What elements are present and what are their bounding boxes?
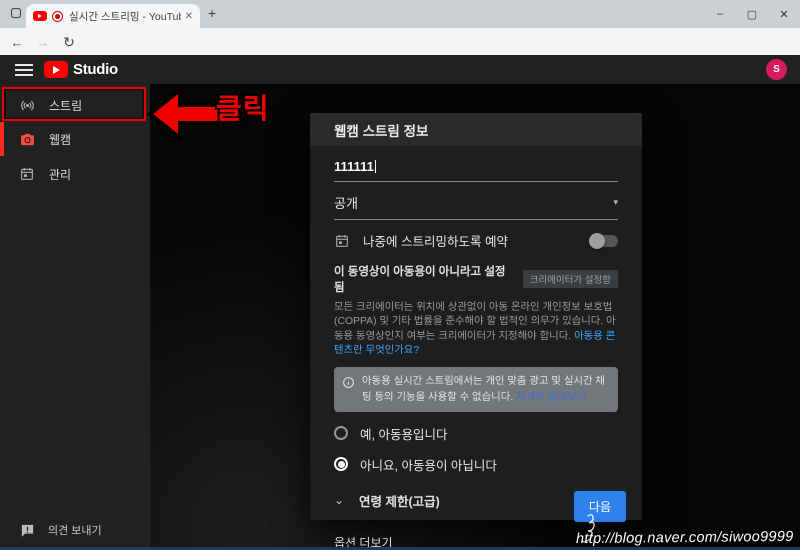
browser-toolbar: ← → ↻ https://studio.youtube.com/channel… bbox=[0, 28, 800, 80]
kids-setting-row: 이 동영상이 아동용이 아니라고 설정됨 크리에이터가 설정함 bbox=[334, 263, 618, 295]
radio-unchecked-icon bbox=[334, 426, 348, 441]
window-maximize-button[interactable]: ▢ bbox=[736, 0, 768, 28]
calendar-icon bbox=[18, 166, 36, 182]
learn-more-link[interactable]: 자세히 알아보기 bbox=[516, 392, 586, 403]
youtube-favicon-icon bbox=[33, 11, 47, 21]
sidebar-item-label: 관리 bbox=[49, 167, 72, 182]
send-feedback-button[interactable]: 의견 보내기 bbox=[0, 516, 150, 544]
account-avatar[interactable]: S bbox=[766, 59, 787, 80]
radio-option-not-kids[interactable]: 아니요, 아동용이 아닙니다 bbox=[334, 455, 618, 474]
browser-titlebar: 실시간 스트리밍 - YouTube ✕ + – ▢ ✕ bbox=[0, 0, 800, 28]
schedule-toggle[interactable] bbox=[589, 232, 618, 249]
radio-no-label: 아니요, 아동용이 아닙니다 bbox=[360, 458, 497, 473]
chevron-down-icon: ⌄ bbox=[334, 493, 345, 508]
dialog-body: 111111 공개 ▾ 나중에 스트리밍하도록 예약 이 동영상이 아동용이 아… bbox=[310, 159, 642, 550]
sidebar-item-label: 웹캠 bbox=[49, 132, 72, 147]
studio-sidebar: 스트림 웹캠 관리 의견 보내기 bbox=[0, 84, 150, 550]
info-icon bbox=[342, 376, 355, 404]
feedback-label: 의견 보내기 bbox=[48, 525, 102, 537]
window-controls: – ▢ ✕ bbox=[704, 0, 800, 28]
studio-header: Studio S bbox=[0, 55, 800, 84]
window-close-button[interactable]: ✕ bbox=[768, 0, 800, 28]
main-content: 웹캠 스트림 정보 111111 공개 ▾ 나중에 스트리밍하도록 예약 이 동… bbox=[150, 84, 800, 550]
age-restriction-label: 연령 제한(고급) bbox=[359, 494, 440, 509]
watermark-url: http://blog.naver.com/siwoo9999 bbox=[576, 528, 795, 548]
toggle-knob bbox=[589, 232, 605, 249]
radio-checked-icon bbox=[334, 457, 348, 472]
radio-option-yes-kids[interactable]: 예, 아동용입니다 bbox=[334, 424, 618, 443]
schedule-label: 나중에 스트리밍하도록 예약 bbox=[363, 235, 508, 249]
tab-close-icon[interactable]: ✕ bbox=[185, 11, 193, 22]
kids-info-box: 아동용 실시간 스트림에서는 개인 맞춤 광고 및 실시간 채팅 등의 기능을 … bbox=[334, 367, 618, 412]
dialog-title: 웹캠 스트림 정보 bbox=[310, 113, 642, 146]
stream-title-input[interactable]: 111111 bbox=[334, 159, 618, 182]
youtube-play-icon bbox=[44, 61, 68, 78]
radio-yes-label: 예, 아동용입니다 bbox=[360, 427, 448, 442]
webcam-stream-info-dialog: 웹캠 스트림 정보 111111 공개 ▾ 나중에 스트리밍하도록 예약 이 동… bbox=[310, 113, 642, 550]
broadcast-icon bbox=[18, 97, 36, 114]
info-text-wrap: 아동용 실시간 스트림에서는 개인 맞춤 광고 및 실시간 채팅 등의 기능을 … bbox=[362, 374, 608, 404]
hamburger-menu-icon[interactable] bbox=[15, 64, 33, 79]
schedule-row: 나중에 스트리밍하도록 예약 bbox=[334, 231, 618, 250]
dropdown-caret-icon: ▾ bbox=[613, 197, 618, 207]
refresh-button[interactable]: ↻ bbox=[60, 33, 78, 51]
sidebar-item-manage[interactable]: 관리 bbox=[0, 158, 150, 190]
schedule-calendar-icon bbox=[334, 233, 350, 249]
youtube-studio-logo[interactable]: Studio bbox=[44, 61, 118, 78]
window-minimize-button[interactable]: – bbox=[704, 0, 736, 28]
set-by-creator-badge: 크리에이터가 설정함 bbox=[522, 270, 618, 288]
visibility-value: 공개 bbox=[334, 196, 358, 211]
tab-actions-button[interactable] bbox=[8, 7, 24, 23]
studio-brand-text: Studio bbox=[73, 61, 118, 78]
stream-title-value: 111111 bbox=[334, 159, 374, 174]
tab-title: 실시간 스트리밍 - YouTube bbox=[69, 10, 181, 23]
browser-tab[interactable]: 실시간 스트리밍 - YouTube ✕ bbox=[26, 4, 200, 28]
browser-window: 실시간 스트리밍 - YouTube ✕ + – ▢ ✕ ← → ↻ https… bbox=[0, 0, 800, 550]
recording-indicator-icon bbox=[52, 10, 63, 22]
tab-actions-icon bbox=[10, 6, 22, 24]
sidebar-item-label: 스트림 bbox=[49, 98, 83, 113]
sidebar-item-stream[interactable]: 스트림 bbox=[0, 89, 150, 121]
new-tab-button[interactable]: + bbox=[208, 5, 216, 21]
visibility-select[interactable]: 공개 ▾ bbox=[334, 193, 618, 220]
webcam-icon bbox=[18, 131, 36, 148]
kids-heading: 이 동영상이 아동용이 아니라고 설정됨 bbox=[334, 266, 506, 294]
text-cursor bbox=[374, 160, 376, 173]
kids-description: 모든 크리에이터는 위치에 상관없이 아동 온라인 개인정보 보호법(COPPA… bbox=[334, 301, 618, 358]
forward-button: → bbox=[36, 34, 50, 50]
back-button[interactable]: ← bbox=[8, 33, 26, 51]
sidebar-item-webcam[interactable]: 웹캠 bbox=[0, 122, 150, 156]
feedback-icon bbox=[18, 523, 36, 538]
